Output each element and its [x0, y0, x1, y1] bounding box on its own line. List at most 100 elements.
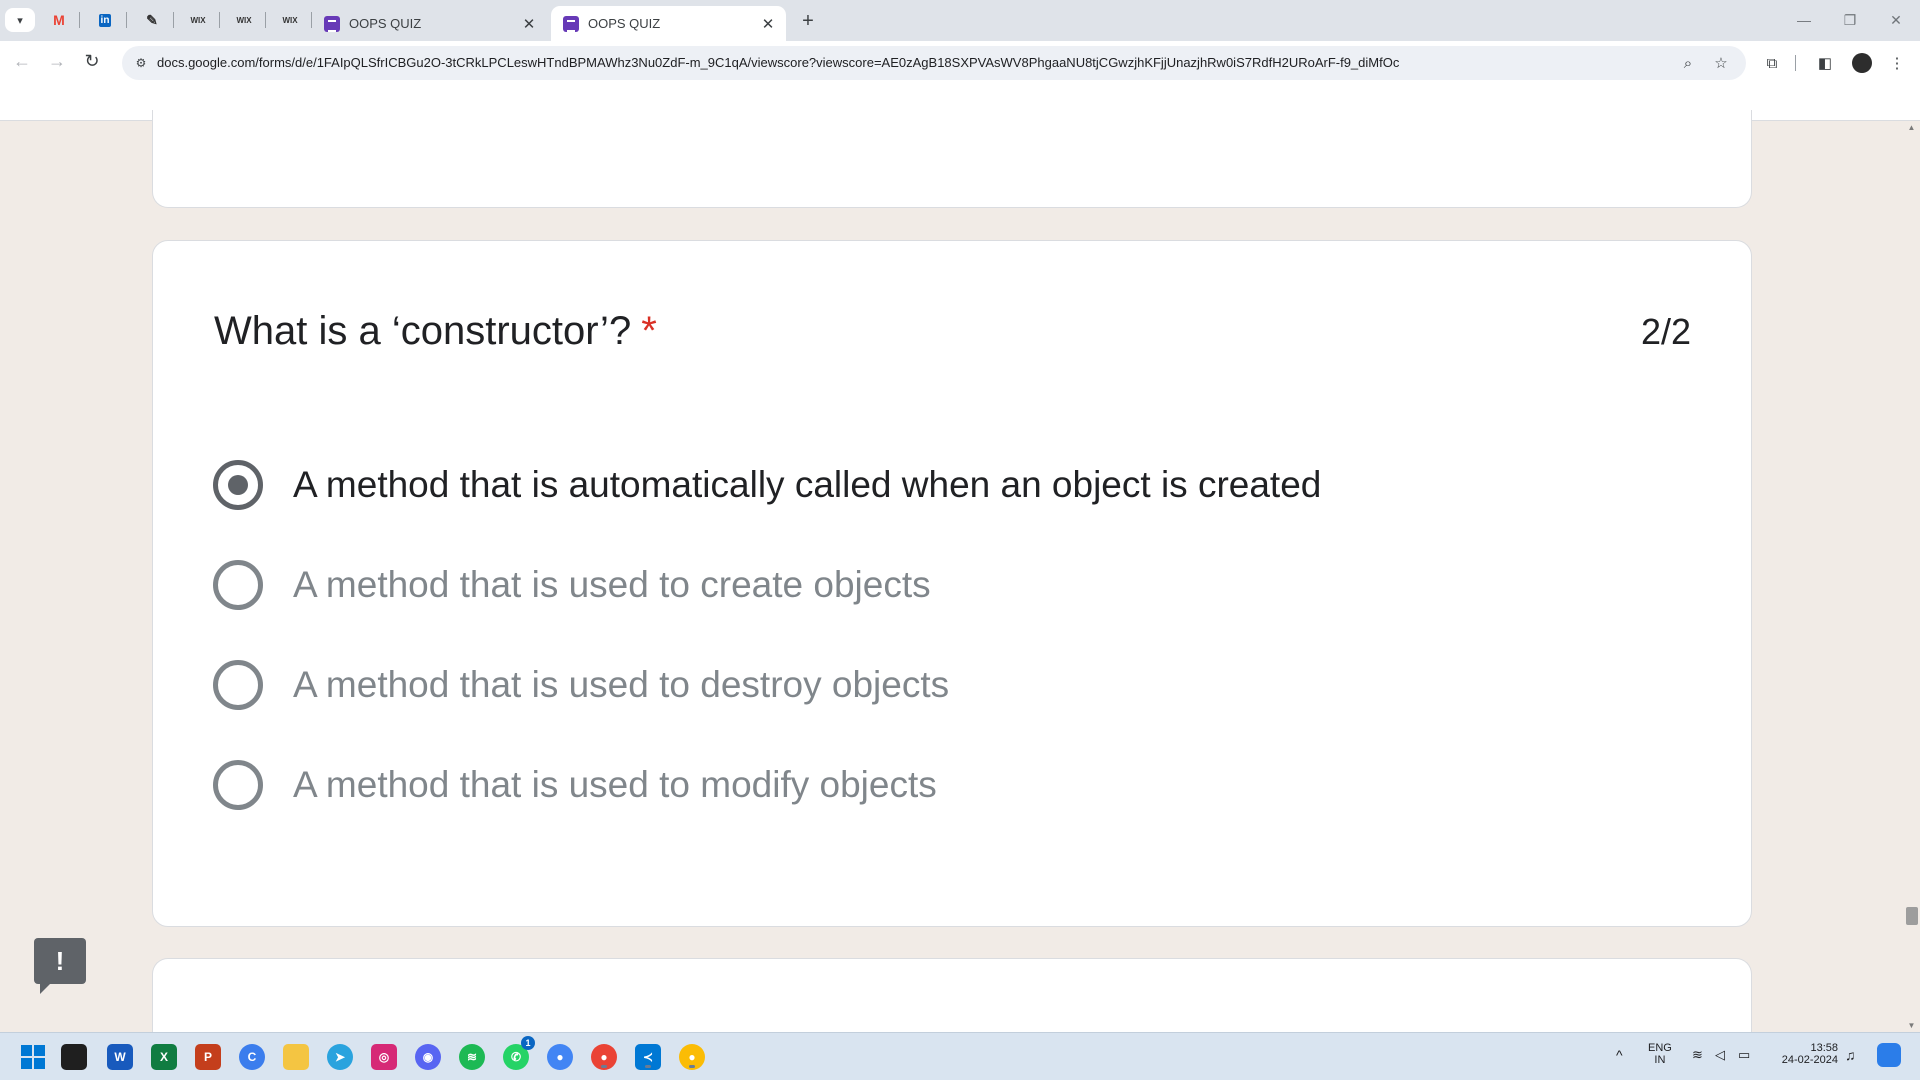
spotify-icon[interactable]: ≋	[459, 1044, 485, 1070]
address-bar[interactable]: ⚙ docs.google.com/forms/d/e/1FAIpQLSfrIC…	[122, 46, 1746, 80]
page-scrollbar[interactable]: ▲ ▼	[1903, 121, 1920, 1032]
discord-icon[interactable]: ◉	[415, 1044, 441, 1070]
whatsapp-icon[interactable]: ✆ 1	[503, 1036, 535, 1070]
start-icon[interactable]	[20, 1044, 46, 1070]
required-asterisk: *	[641, 309, 657, 353]
tab-divider	[173, 12, 174, 28]
linkedin-icon: in	[98, 13, 112, 27]
minimize-icon: —	[1797, 12, 1811, 28]
close-icon[interactable]: ✕	[758, 14, 778, 34]
wix-icon: WIX	[282, 15, 298, 25]
notification-badge: 1	[521, 1036, 535, 1050]
report-feedback-button[interactable]: !	[34, 938, 86, 994]
reload-button[interactable]: ↻	[78, 47, 106, 75]
option-label: A method that is used to modify objects	[293, 764, 937, 805]
answer-option[interactable]: A method that is used to destroy objects	[213, 659, 949, 711]
option-label: A method that is used to destroy objects	[293, 664, 950, 705]
pinned-tab-wix[interactable]: WIX	[275, 8, 305, 32]
battery-icon[interactable]: ▭	[1738, 1047, 1750, 1063]
arrow-right-icon: →	[48, 50, 66, 71]
radio-button[interactable]	[213, 560, 263, 610]
vscode-icon[interactable]: ≺	[635, 1044, 661, 1070]
site-info-icon[interactable]: ⚙	[132, 54, 150, 72]
close-window-button[interactable]: ✕	[1873, 6, 1919, 34]
clock[interactable]: 13:58 24-02-2024	[1772, 1042, 1838, 1066]
wifi-icon[interactable]: ≋	[1692, 1047, 1703, 1063]
question-card: What is a ‘constructor’? * 2/2 A method t…	[152, 240, 1752, 927]
tab-title: OOPS QUIZ	[349, 16, 422, 31]
radio-button-checked[interactable]	[213, 460, 263, 510]
option-label: A method that is automatically called wh…	[293, 464, 1322, 505]
restore-icon: ❐	[1843, 11, 1857, 28]
wix-icon: WIX	[190, 15, 206, 25]
more-options-icon[interactable]: ⋮	[1885, 51, 1909, 75]
next-question-card	[152, 958, 1752, 1038]
tab-oops-quiz-2[interactable]: OOPS QUIZ ✕	[551, 6, 786, 41]
bookmark-star-icon[interactable]: ☆	[1711, 53, 1731, 73]
file-explorer-icon[interactable]	[61, 1044, 87, 1070]
google-forms-icon	[563, 15, 579, 32]
copilot-icon[interactable]	[1877, 1043, 1901, 1067]
powerpoint-icon[interactable]: P	[195, 1044, 221, 1070]
pinned-tab-gmail[interactable]: M	[44, 8, 74, 32]
question-score: 2/2	[1640, 311, 1691, 352]
chevron-down-icon: ▾	[17, 14, 23, 27]
answer-option[interactable]: A method that is used to modify objects	[213, 759, 937, 811]
option-label: A method that is used to create objects	[293, 564, 931, 605]
radio-button[interactable]	[213, 760, 263, 810]
running-indicator	[689, 1065, 695, 1068]
pinned-tab-wix[interactable]: WIX	[229, 8, 259, 32]
language-indicator[interactable]: ENG IN	[1648, 1042, 1672, 1066]
telegram-icon[interactable]: ➤	[327, 1044, 353, 1070]
tab-search-button[interactable]: ▾	[5, 8, 35, 32]
profile-avatar[interactable]	[1852, 53, 1872, 73]
forward-button[interactable]: →	[43, 47, 71, 75]
plus-icon: +	[802, 9, 814, 32]
toolbar-divider	[1795, 55, 1796, 71]
back-button[interactable]: ←	[8, 47, 36, 75]
excel-icon[interactable]: X	[151, 1044, 177, 1070]
word-icon[interactable]: W	[107, 1044, 133, 1070]
google-forms-icon	[324, 15, 340, 32]
chrome-profile-icon[interactable]: ●	[679, 1044, 705, 1070]
tab-divider	[265, 12, 266, 28]
extensions-icon[interactable]: ⧉	[1760, 51, 1784, 75]
tab-divider	[219, 12, 220, 28]
scroll-thumb[interactable]	[1906, 907, 1918, 925]
instagram-icon[interactable]: ◎	[371, 1044, 397, 1070]
minimize-button[interactable]: —	[1781, 6, 1827, 34]
cortana-icon[interactable]: C	[239, 1044, 265, 1070]
question-text: What is a ‘constructor’?	[214, 309, 632, 353]
exclamation-icon: !	[55, 945, 65, 976]
tab-divider	[79, 12, 80, 28]
browser-tab-bar: ▾ M in ✎ WIX WIX WIX OOPS QUIZ ✕ OOPS QU…	[0, 0, 1920, 41]
side-panel-icon[interactable]: ◧	[1813, 51, 1837, 75]
close-icon[interactable]: ✕	[519, 14, 539, 34]
date-text: 24-02-2024	[1781, 1054, 1838, 1066]
pinned-tab-linkedin[interactable]: in	[90, 8, 120, 32]
tab-oops-quiz-1[interactable]: OOPS QUIZ ✕	[312, 6, 547, 41]
answer-option[interactable]: A method that is automatically called wh…	[213, 459, 1321, 511]
gmail-icon: M	[53, 12, 65, 28]
pinned-tab-quill[interactable]: ✎	[137, 8, 167, 32]
scroll-down-icon[interactable]: ▼	[1907, 1021, 1916, 1030]
chevron-up-icon[interactable]: ^	[1616, 1047, 1623, 1063]
notification-bell-icon[interactable]: ♫	[1845, 1047, 1856, 1063]
url-text[interactable]: docs.google.com/forms/d/e/1FAIpQLSfrICBG…	[157, 55, 1399, 70]
arrow-left-icon: ←	[13, 50, 31, 71]
restore-button[interactable]: ❐	[1827, 6, 1873, 34]
chrome-profile-icon[interactable]: ●	[591, 1044, 617, 1070]
region-text: IN	[1654, 1054, 1666, 1066]
folder-icon[interactable]	[283, 1044, 309, 1070]
radio-button[interactable]	[213, 660, 263, 710]
answer-option[interactable]: A method that is used to create objects	[213, 559, 931, 611]
volume-icon[interactable]: ◁	[1715, 1047, 1725, 1063]
pinned-tab-wix[interactable]: WIX	[183, 8, 213, 32]
chrome-icon[interactable]: ●	[547, 1044, 573, 1070]
scroll-up-icon[interactable]: ▲	[1907, 123, 1916, 132]
new-tab-button[interactable]: +	[796, 9, 820, 33]
running-indicator	[645, 1065, 651, 1068]
tab-title: OOPS QUIZ	[588, 16, 661, 31]
zoom-icon[interactable]: ⌕	[1678, 53, 1698, 73]
browser-toolbar: ← → ↻ ⚙ docs.google.com/forms/d/e/1FAIpQ…	[0, 41, 1920, 121]
